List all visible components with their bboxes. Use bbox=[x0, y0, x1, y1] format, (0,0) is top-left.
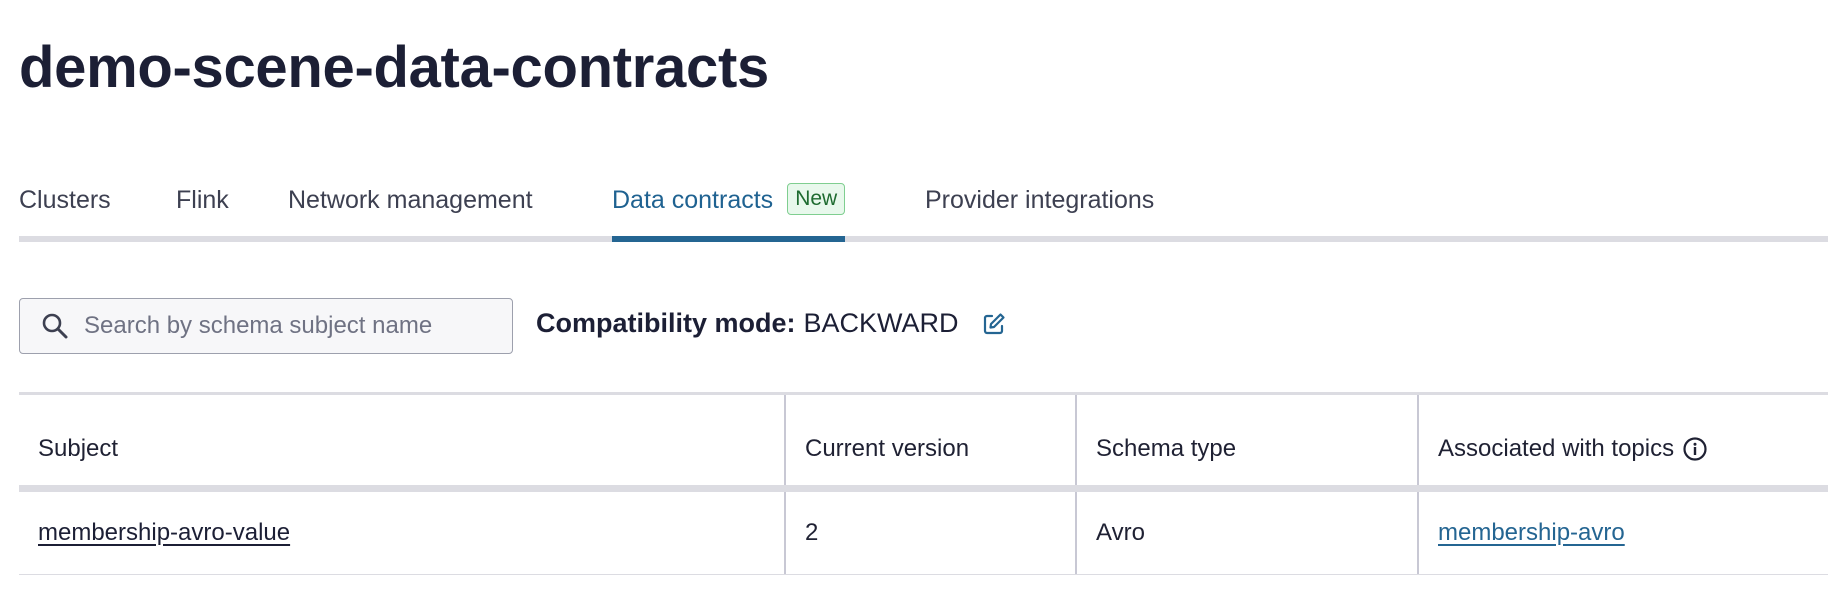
column-header-label: Subject bbox=[38, 435, 119, 462]
tab-bar: Clusters Flink Network management Data c… bbox=[19, 178, 1828, 242]
tab-label: Flink bbox=[176, 186, 229, 214]
column-header-associated-topics[interactable]: Associated with topics bbox=[1417, 395, 1828, 485]
info-icon[interactable] bbox=[1682, 436, 1708, 462]
search-input[interactable] bbox=[84, 312, 494, 340]
column-header-label: Associated with topics bbox=[1438, 435, 1675, 462]
tab-network-management[interactable]: Network management bbox=[288, 178, 533, 242]
column-header-label: Schema type bbox=[1096, 435, 1237, 462]
table-row: membership-avro-value 2 Avro membership-… bbox=[19, 492, 1828, 575]
tab-label: Data contracts bbox=[612, 186, 774, 214]
subject-link[interactable]: membership-avro-value bbox=[38, 519, 290, 547]
column-header-subject[interactable]: Subject bbox=[19, 395, 784, 485]
schema-type-value: Avro bbox=[1096, 519, 1145, 546]
search-box[interactable] bbox=[19, 298, 513, 354]
column-header-current-version[interactable]: Current version bbox=[784, 395, 1075, 485]
tab-data-contracts[interactable]: Data contracts New bbox=[612, 178, 846, 242]
compatibility-mode: Compatibility mode: BACKWARD bbox=[536, 308, 1007, 339]
tab-label: Network management bbox=[288, 186, 533, 214]
topics-cell: membership-avro bbox=[1417, 492, 1828, 574]
compatibility-label: Compatibility mode: bbox=[536, 308, 796, 338]
tab-flink[interactable]: Flink bbox=[176, 178, 229, 242]
new-badge: New bbox=[787, 183, 846, 215]
version-cell: 2 bbox=[784, 492, 1075, 574]
tab-label: Clusters bbox=[19, 186, 111, 214]
version-value: 2 bbox=[805, 519, 819, 546]
topic-link[interactable]: membership-avro bbox=[1438, 519, 1625, 547]
compatibility-value: BACKWARD bbox=[803, 308, 959, 338]
subject-cell: membership-avro-value bbox=[19, 492, 784, 574]
column-header-schema-type[interactable]: Schema type bbox=[1075, 395, 1417, 485]
schema-table: Subject Current version Schema type Asso… bbox=[19, 392, 1828, 575]
schema-type-cell: Avro bbox=[1075, 492, 1417, 574]
page: demo-scene-data-contracts Clusters Flink… bbox=[0, 0, 1828, 600]
tab-provider-integrations[interactable]: Provider integrations bbox=[925, 178, 1154, 242]
tab-clusters[interactable]: Clusters bbox=[19, 178, 111, 242]
tab-label: Provider integrations bbox=[925, 186, 1155, 214]
table-header-row: Subject Current version Schema type Asso… bbox=[19, 395, 1828, 492]
page-title: demo-scene-data-contracts bbox=[19, 35, 769, 100]
column-header-label: Current version bbox=[805, 435, 970, 462]
edit-icon[interactable] bbox=[981, 311, 1007, 337]
search-icon bbox=[40, 311, 70, 341]
